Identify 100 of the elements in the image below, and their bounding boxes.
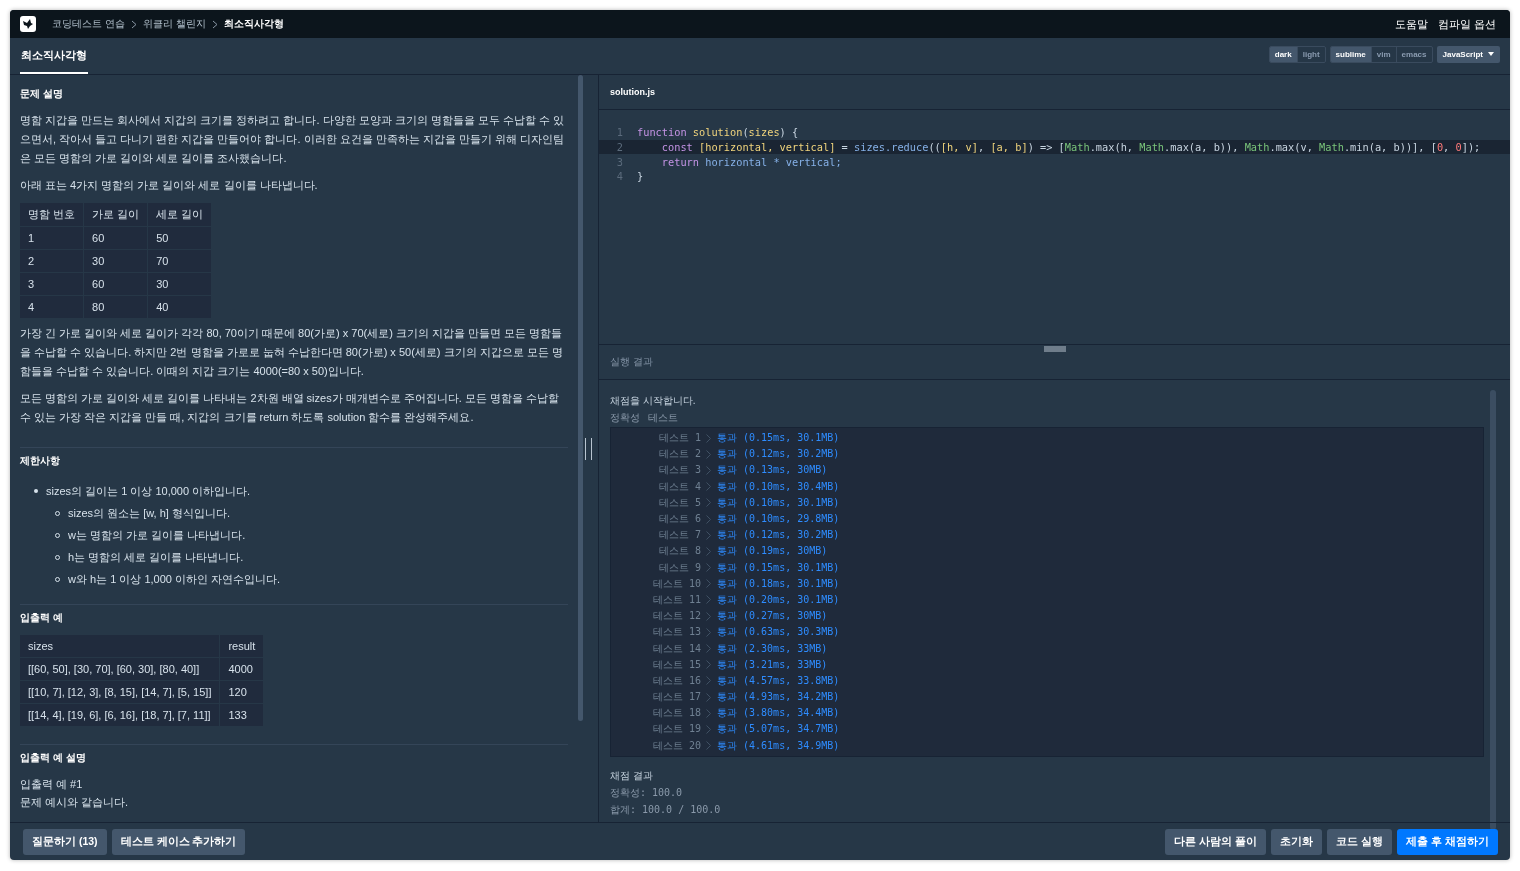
test-label: 테스트 20 [651, 738, 701, 753]
text-line: 문제 예시와 같습니다. [20, 795, 130, 810]
test-result: 통과 (0.10ms, 30.4MB) [717, 479, 840, 494]
column-header: result [219, 635, 264, 658]
list-item: sizes의 원소는 [w, h] 형식입니다. [68, 505, 230, 521]
test-result: 통과 (0.12ms, 30.2MB) [717, 528, 840, 543]
file-name: solution.js [610, 87, 655, 97]
table-cell: 60 [83, 272, 148, 296]
section-heading: 제한사항 [20, 454, 61, 468]
breadcrumb-link[interactable]: 위클리 챌린지 [142, 17, 206, 31]
test-label: 테스트 15 [651, 657, 701, 672]
bullet-icon [34, 489, 38, 493]
section-heading: 입출력 예 설명 [20, 751, 87, 765]
code-line: return horizontal * vertical; [660, 155, 842, 168]
text-line: 입출력 예 #1 [20, 777, 84, 792]
test-result: 통과 (0.15ms, 30.1MB) [717, 560, 840, 575]
column-header: 가로 길이 [83, 203, 148, 227]
summary-line: 정확성: 100.0 [610, 785, 684, 800]
test-label: 테스트 1 [657, 431, 701, 446]
action-button[interactable]: 다른 사람의 풀이 [1165, 828, 1267, 855]
toggle-option[interactable]: vim [1370, 46, 1396, 62]
test-label: 테스트 11 [651, 592, 701, 607]
test-result: 통과 (0.13ms, 30MB) [717, 463, 828, 478]
language-dropdown[interactable]: JavaScript [1436, 45, 1500, 63]
list-item: sizes의 길이는 1 이상 10,000 이하입니다. [46, 483, 251, 499]
action-button[interactable]: 제출 후 채점하기 [1397, 828, 1498, 855]
table-cell: [[14, 4], [19, 6], [6, 16], [18, 7], [7, 11]] [20, 703, 220, 726]
caret-icon [1488, 52, 1494, 56]
test-result: 통과 (0.20ms, 30.1MB) [717, 592, 840, 607]
logo-icon[interactable] [20, 16, 36, 32]
test-result: 통과 (4.61ms, 34.9MB) [717, 738, 840, 753]
status-text: 채점을 시작합니다. [610, 394, 697, 408]
test-result: 통과 (2.30ms, 33MB) [717, 641, 828, 656]
test-label: 테스트 16 [651, 673, 701, 688]
list-item: w와 h는 1 이상 1,000 이하인 자연수입니다. [68, 571, 281, 587]
scrollbar[interactable] [578, 75, 583, 721]
chevron-icon [130, 19, 137, 29]
test-result: 통과 (0.63ms, 30.3MB) [717, 625, 840, 640]
table-cell: 60 [83, 226, 148, 250]
paragraph: 명함 지갑을 만드는 회사에서 지갑의 크기를 정하려고 합니다. 다양한 모양과 크기의 명함들을 모두 수납할 수 있으면서, 작아서 들고 다니기 편한 지갑을 만들어야 합니다. 이러한 요건을 만족하는 지갑을 만들기 위해 디자인팀은 모든 명함의 가로 길이와 세로 길이를 조사했습니다. [20, 113, 565, 166]
list-item: h는 명함의 세로 길이를 나타냅니다. [68, 549, 244, 565]
test-label: 테스트 17 [651, 690, 701, 705]
toggle-option[interactable]: emacs [1395, 46, 1432, 62]
toggle-option[interactable]: light [1296, 46, 1325, 62]
table-cell: 4 [20, 295, 84, 318]
paragraph: 가장 긴 가로 길이와 세로 길이가 각각 80, 70이기 때문에 80(가로) x 70(세로) 크기의 지갑을 만들면 모든 명함들을 수납할 수 있습니다. 하지만 2번 명함을 가로로 눕혀 수납한다면 80(가로) x 50(세로) 크기의 지갑으로 모든 명함들을 수납할 수 있습니다. 이때의 지갑 크기는 4000(=80 x 50)입니다. [20, 326, 564, 379]
code-line: } [637, 170, 644, 183]
table-cell: 40 [147, 295, 212, 318]
column-header: 세로 길이 [147, 203, 212, 227]
test-label: 테스트 3 [657, 463, 701, 478]
list-item: w는 명함의 가로 길이를 나타냅니다. [68, 527, 246, 543]
test-result: 통과 (3.21ms, 33MB) [717, 657, 828, 672]
table-cell: [[60, 50], [30, 70], [60, 30], [80, 40]] [20, 657, 220, 681]
scrollbar[interactable] [1490, 390, 1496, 830]
test-result: 통과 (0.12ms, 30.2MB) [717, 447, 840, 462]
test-label: 테스트 12 [651, 609, 701, 624]
action-button[interactable]: 질문하기 (13) [23, 828, 107, 855]
test-result: 통과 (3.80ms, 34.4MB) [717, 706, 840, 721]
resize-handle[interactable] [584, 437, 592, 460]
summary-heading: 채점 결과 [610, 768, 654, 783]
test-result: 통과 (0.18ms, 30.1MB) [717, 576, 840, 591]
section-heading: 문제 설명 [20, 87, 64, 101]
nav-link[interactable]: 도움말 [1394, 16, 1428, 32]
action-button[interactable]: 테스트 케이스 추가하기 [111, 828, 246, 855]
test-result: 통과 (0.15ms, 30.1MB) [717, 431, 840, 446]
test-result: 통과 (5.07ms, 34.7MB) [717, 722, 840, 737]
test-label: 테스트 2 [657, 447, 701, 462]
test-result: 통과 (0.19ms, 30MB) [717, 544, 828, 559]
chevron-icon [211, 19, 218, 29]
tab[interactable]: 최소직사각형 [20, 38, 88, 74]
test-label: 테스트 14 [651, 641, 701, 656]
test-label: 테스트 4 [657, 479, 701, 494]
table-cell: 1 [20, 226, 84, 250]
nav-link[interactable]: 컴파일 옵션 [1437, 16, 1496, 32]
test-result: 통과 (0.10ms, 30.1MB) [717, 495, 840, 510]
test-result: 통과 (4.57ms, 33.8MB) [717, 673, 840, 688]
test-label: 테스트 18 [651, 706, 701, 721]
paragraph: 모든 명함의 가로 길이와 세로 길이를 나타내는 2차원 배열 sizes가 매개변수로 주어집니다. 모든 명함을 수납할 수 있는 가장 작은 지갑을 만들 때, 지갑의 크기를 return 하도록 solution 함수를 완성해주세요. [20, 391, 561, 425]
section-heading: 입출력 예 [20, 611, 64, 625]
action-button[interactable]: 초기화 [1271, 828, 1323, 855]
table-cell: 2 [20, 249, 84, 273]
line-number: 2 [615, 141, 624, 154]
action-button[interactable]: 코드 실행 [1327, 828, 1393, 855]
test-result: 통과 (4.93ms, 34.2MB) [717, 690, 840, 705]
breadcrumb-link[interactable]: 최소직사각형 [223, 17, 284, 31]
test-result: 통과 (0.10ms, 29.8MB) [717, 512, 840, 527]
table-cell: [[10, 7], [12, 3], [8, 15], [14, 7], [5, 15]] [20, 680, 220, 704]
result-label: 정확성 [610, 411, 640, 425]
table-cell: 3 [20, 272, 84, 296]
test-label: 테스트 13 [651, 625, 701, 640]
column-header: sizes [20, 635, 220, 658]
test-label: 테스트 19 [651, 722, 701, 737]
test-label: 테스트 5 [657, 495, 701, 510]
test-label: 테스트 8 [657, 544, 701, 559]
toggle-option[interactable]: sublime [1330, 46, 1371, 62]
breadcrumb-link[interactable]: 코딩테스트 연습 [52, 17, 125, 31]
result-label: 테스트 [648, 411, 678, 425]
toggle-option[interactable]: dark [1269, 46, 1297, 62]
column-header: 명함 번호 [20, 203, 84, 227]
paragraph: 아래 표는 4가지 명함의 가로 길이와 세로 길이를 나타냅니다. [20, 178, 319, 193]
